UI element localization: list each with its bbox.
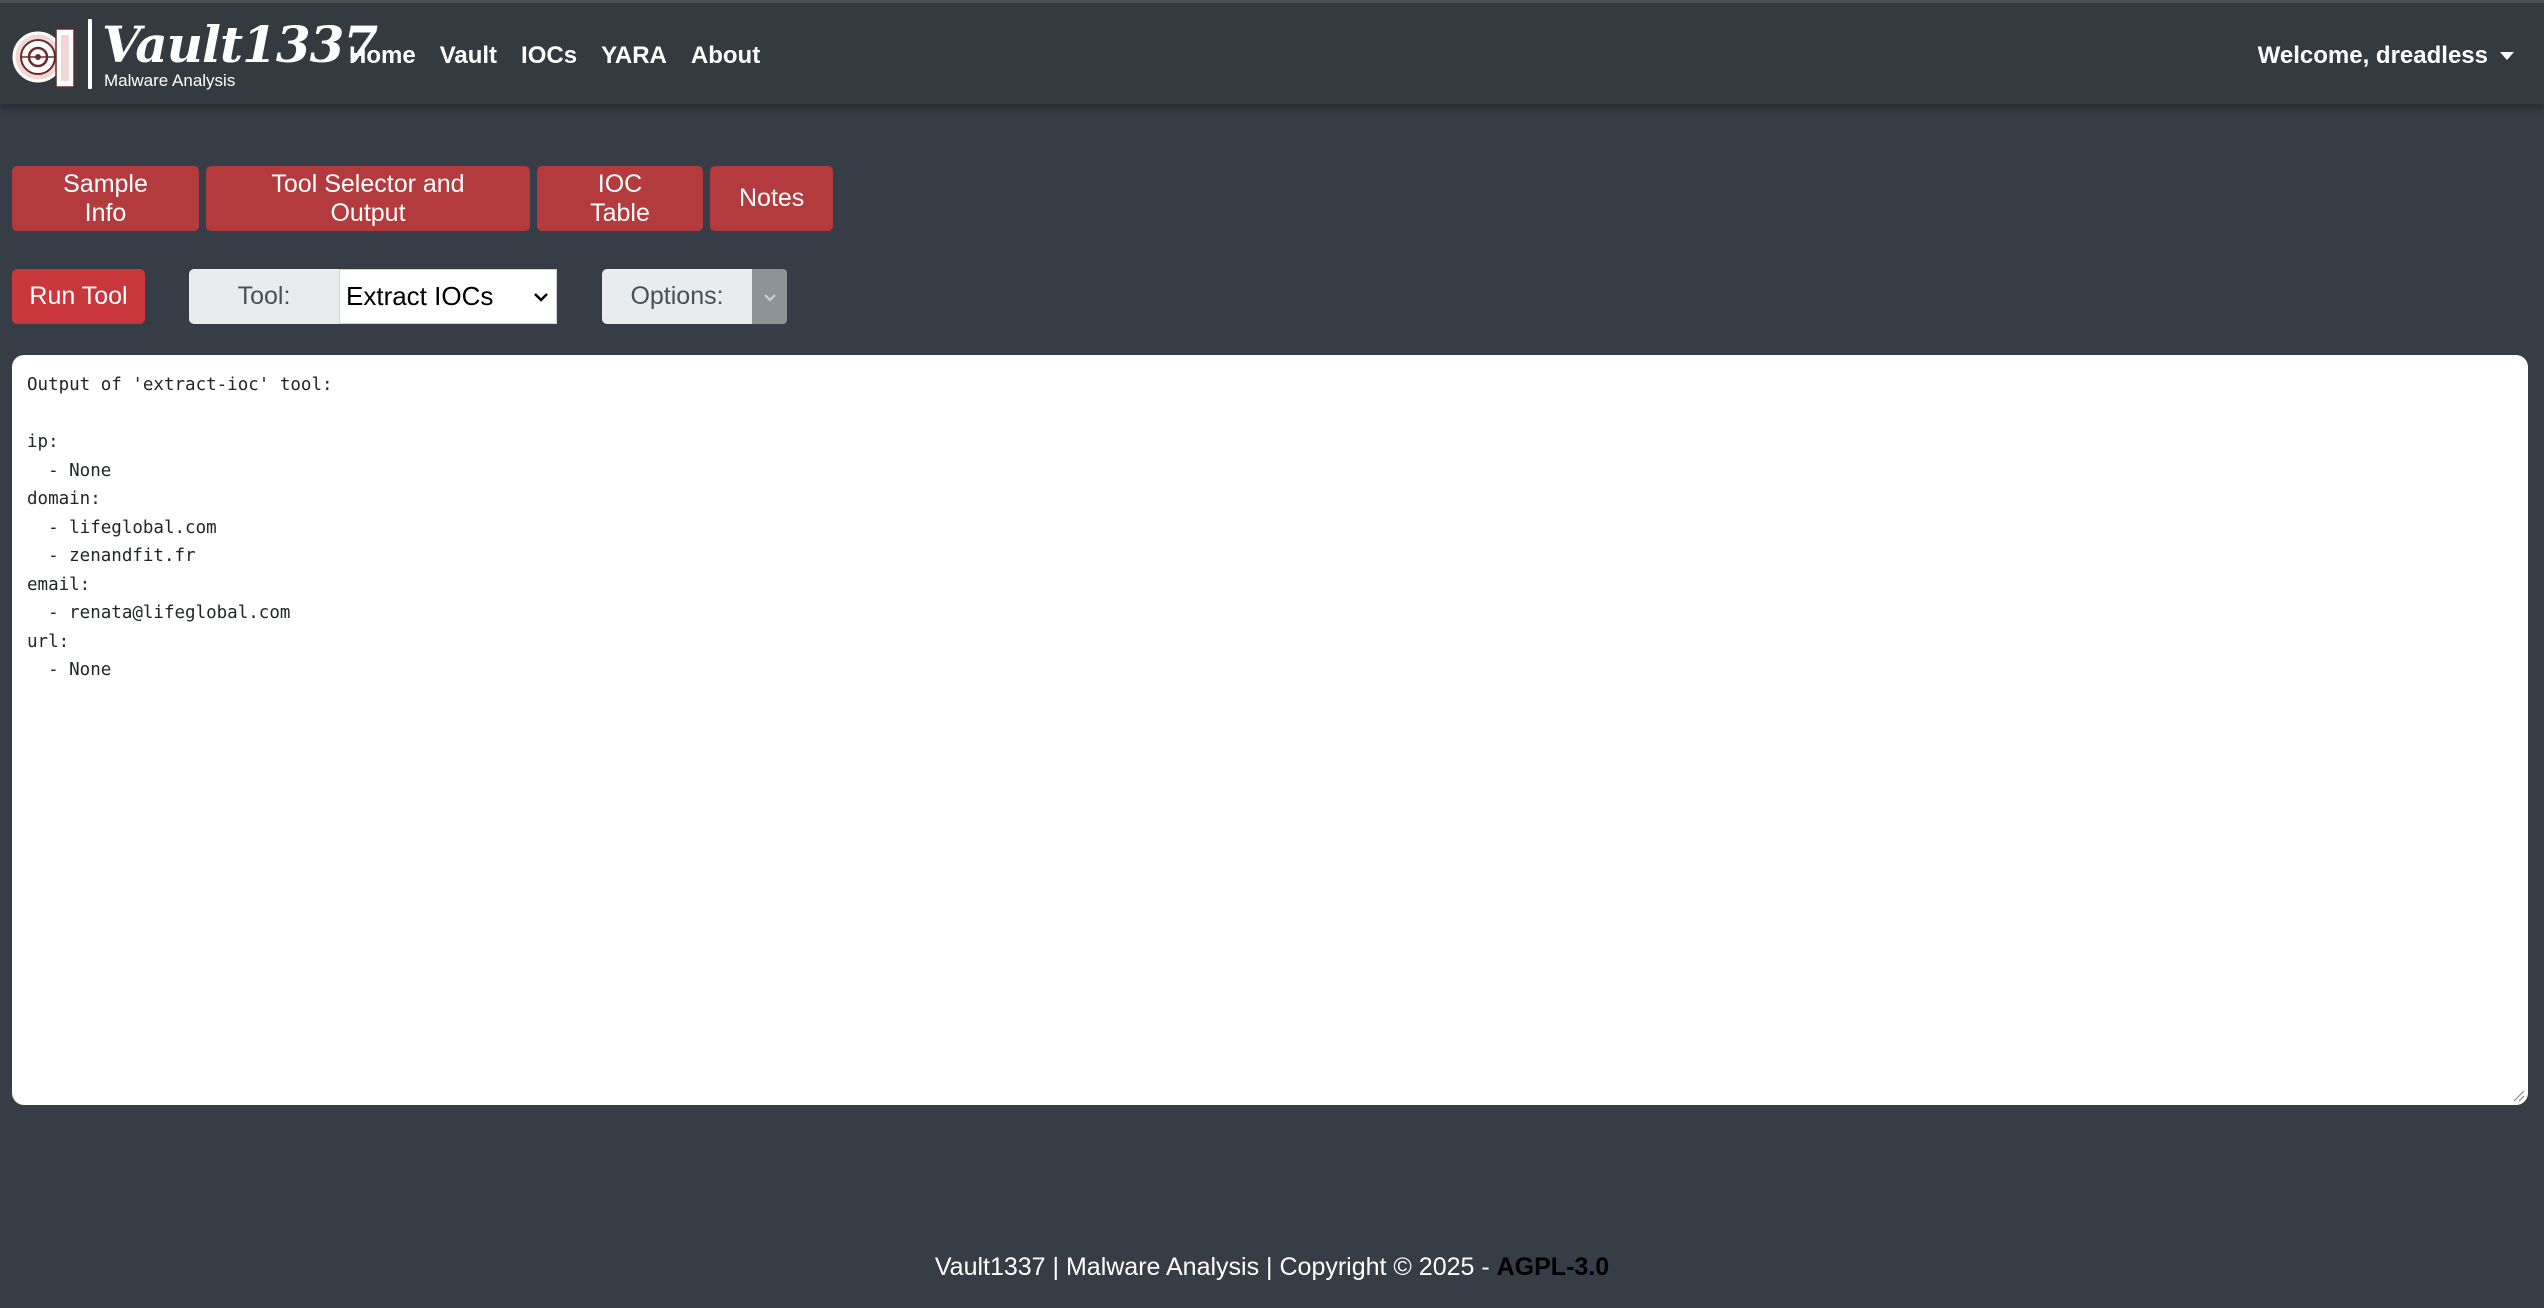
tool-label: Tool: <box>189 269 339 324</box>
options-label: Options: <box>602 269 752 324</box>
tool-select[interactable]: Extract IOCs <box>339 269 557 324</box>
chevron-down-icon <box>763 293 776 301</box>
welcome-text: Welcome, dreadless <box>2257 42 2488 69</box>
nav-yara[interactable]: YARA <box>601 41 667 71</box>
caret-down-icon <box>2500 52 2514 60</box>
nav-about[interactable]: About <box>691 41 760 71</box>
nav-iocs[interactable]: IOCs <box>521 41 577 71</box>
tool-output-textarea[interactable]: Output of 'extract-ioc' tool: ip: - None… <box>12 355 2528 1105</box>
license-link[interactable]: AGPL-3.0 <box>1497 1253 1610 1281</box>
tool-select-value: Extract IOCs <box>346 281 494 311</box>
resize-handle-icon[interactable] <box>2511 1088 2525 1102</box>
nav-vault[interactable]: Vault <box>440 41 497 71</box>
nav-home[interactable]: Home <box>349 41 416 71</box>
nav-links: Home Vault IOCs YARA About <box>349 41 784 71</box>
brand-name: Vault1337 <box>102 15 378 74</box>
tab-ioc-table[interactable]: IOC Table <box>537 166 703 231</box>
tab-notes[interactable]: Notes <box>710 166 833 231</box>
brand[interactable]: Vault1337 Malware Analysis <box>12 15 378 91</box>
brand-subtitle: Malware Analysis <box>104 71 236 90</box>
navbar: Vault1337 Malware Analysis Home Vault IO… <box>0 3 2544 106</box>
user-menu-dropdown[interactable]: Welcome, dreadless <box>2258 41 2514 71</box>
footer: Vault1337 | Malware Analysis | Copyright… <box>0 1252 2544 1282</box>
tab-sample-info[interactable]: Sample Info <box>12 166 199 231</box>
vault-logo-icon <box>12 28 75 88</box>
tab-tool-selector[interactable]: Tool Selector and Output <box>206 166 530 231</box>
footer-text: Vault1337 | Malware Analysis | Copyright… <box>934 1253 1497 1281</box>
run-tool-button[interactable]: Run Tool <box>12 269 145 324</box>
section-tabs: Sample Info Tool Selector and Output IOC… <box>12 166 840 231</box>
chevron-down-icon <box>534 293 548 302</box>
brand-separator <box>88 19 92 89</box>
tool-output-text: Output of 'extract-ioc' tool: ip: - None… <box>27 375 333 680</box>
options-select[interactable] <box>752 269 787 324</box>
